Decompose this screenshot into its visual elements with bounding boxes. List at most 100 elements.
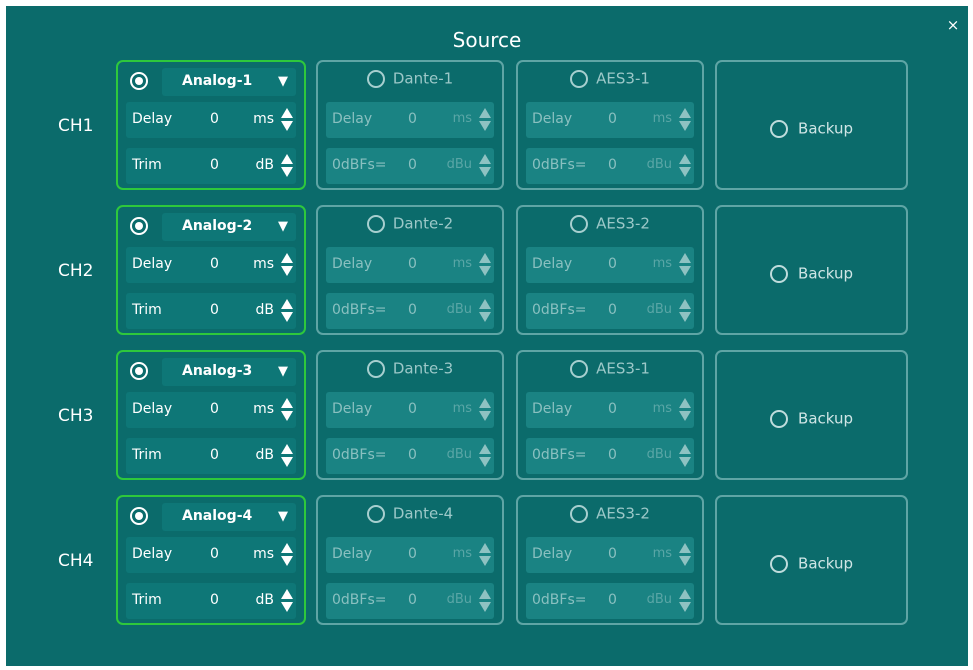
backup-source-card[interactable]: Backup (715, 495, 908, 625)
chevron-down-icon[interactable]: ▼ (278, 219, 288, 234)
decrement-icon[interactable] (281, 167, 293, 177)
analog-source-select[interactable]: Analog-4 ▼ (162, 503, 296, 531)
analog-source-card[interactable]: Analog-2 ▼ Delay 0 ms Trim 0 dB (116, 205, 306, 335)
increment-icon[interactable] (281, 108, 293, 118)
analog-source-select[interactable]: Analog-2 ▼ (162, 213, 296, 241)
spinner-arrows-icon[interactable] (478, 251, 492, 279)
aes3-level-field[interactable]: 0dBFs= 0 dBu (526, 148, 694, 184)
chevron-down-icon[interactable]: ▼ (278, 74, 288, 89)
decrement-icon[interactable] (479, 266, 491, 276)
increment-icon[interactable] (679, 444, 691, 454)
backup-source-card[interactable]: Backup (715, 205, 908, 335)
decrement-icon[interactable] (679, 556, 691, 566)
spinner-arrows-icon[interactable] (280, 396, 294, 424)
spinner-arrows-icon[interactable] (478, 297, 492, 325)
dante-delay-field[interactable]: Delay 0 ms (326, 247, 494, 283)
increment-icon[interactable] (281, 253, 293, 263)
analog-trim-field[interactable]: Trim 0 dB (126, 148, 296, 184)
increment-icon[interactable] (679, 253, 691, 263)
spinner-arrows-icon[interactable] (478, 587, 492, 615)
decrement-icon[interactable] (679, 602, 691, 612)
dante-source-card[interactable]: Dante-4 Delay 0 ms 0dBFs= 0 dBu (316, 495, 504, 625)
chevron-down-icon[interactable]: ▼ (278, 364, 288, 379)
aes3-radio-icon[interactable] (570, 359, 589, 378)
dante-level-field[interactable]: 0dBFs= 0 dBu (326, 293, 494, 329)
spinner-arrows-icon[interactable] (678, 106, 692, 134)
analog-delay-field[interactable]: Delay 0 ms (126, 537, 296, 573)
trim-value[interactable]: 0 (210, 447, 219, 463)
delay-value[interactable]: 0 (210, 401, 219, 417)
aes3-source-header[interactable]: AES3-1 (518, 358, 702, 382)
spinner-arrows-icon[interactable] (678, 297, 692, 325)
dante-delay-field[interactable]: Delay 0 ms (326, 392, 494, 428)
decrement-icon[interactable] (281, 411, 293, 421)
analog-trim-field[interactable]: Trim 0 dB (126, 438, 296, 474)
analog-radio-icon[interactable] (130, 507, 148, 525)
delay-value[interactable]: 0 (408, 111, 417, 127)
delay-value[interactable]: 0 (608, 111, 617, 127)
trim-value[interactable]: 0 (210, 302, 219, 318)
spinner-arrows-icon[interactable] (478, 442, 492, 470)
level-value[interactable]: 0 (608, 592, 617, 608)
trim-value[interactable]: 0 (210, 592, 219, 608)
aes3-level-field[interactable]: 0dBFs= 0 dBu (526, 293, 694, 329)
analog-delay-field[interactable]: Delay 0 ms (126, 392, 296, 428)
decrement-icon[interactable] (479, 457, 491, 467)
trim-value[interactable]: 0 (210, 157, 219, 173)
dante-radio-icon[interactable] (366, 359, 385, 378)
level-value[interactable]: 0 (408, 157, 417, 173)
dante-source-card[interactable]: Dante-2 Delay 0 ms 0dBFs= 0 dBu (316, 205, 504, 335)
decrement-icon[interactable] (281, 556, 293, 566)
decrement-icon[interactable] (281, 457, 293, 467)
decrement-icon[interactable] (281, 266, 293, 276)
chevron-down-icon[interactable]: ▼ (278, 509, 288, 524)
dante-source-header[interactable]: Dante-1 (318, 68, 502, 92)
close-icon[interactable]: × (944, 16, 962, 34)
level-value[interactable]: 0 (408, 302, 417, 318)
increment-icon[interactable] (679, 398, 691, 408)
increment-icon[interactable] (479, 299, 491, 309)
spinner-arrows-icon[interactable] (678, 541, 692, 569)
increment-icon[interactable] (479, 108, 491, 118)
decrement-icon[interactable] (479, 556, 491, 566)
spinner-arrows-icon[interactable] (478, 152, 492, 180)
level-value[interactable]: 0 (608, 157, 617, 173)
decrement-icon[interactable] (679, 457, 691, 467)
increment-icon[interactable] (479, 154, 491, 164)
aes3-delay-field[interactable]: Delay 0 ms (526, 392, 694, 428)
spinner-arrows-icon[interactable] (678, 442, 692, 470)
aes3-delay-field[interactable]: Delay 0 ms (526, 537, 694, 573)
spinner-arrows-icon[interactable] (280, 106, 294, 134)
aes3-radio-icon[interactable] (570, 69, 589, 88)
dante-level-field[interactable]: 0dBFs= 0 dBu (326, 438, 494, 474)
backup-option[interactable]: Backup (717, 263, 906, 283)
spinner-arrows-icon[interactable] (478, 396, 492, 424)
decrement-icon[interactable] (479, 411, 491, 421)
level-value[interactable]: 0 (408, 592, 417, 608)
increment-icon[interactable] (679, 299, 691, 309)
analog-source-card[interactable]: Analog-1 ▼ Delay 0 ms Trim 0 dB (116, 60, 306, 190)
aes3-level-field[interactable]: 0dBFs= 0 dBu (526, 583, 694, 619)
delay-value[interactable]: 0 (408, 546, 417, 562)
decrement-icon[interactable] (679, 411, 691, 421)
dante-radio-icon[interactable] (366, 214, 385, 233)
aes3-radio-icon[interactable] (570, 214, 589, 233)
increment-icon[interactable] (281, 543, 293, 553)
aes3-radio-icon[interactable] (570, 504, 589, 523)
analog-delay-field[interactable]: Delay 0 ms (126, 247, 296, 283)
delay-value[interactable]: 0 (408, 256, 417, 272)
backup-option[interactable]: Backup (717, 118, 906, 138)
spinner-arrows-icon[interactable] (280, 297, 294, 325)
decrement-icon[interactable] (479, 312, 491, 322)
spinner-arrows-icon[interactable] (678, 152, 692, 180)
spinner-arrows-icon[interactable] (678, 587, 692, 615)
dante-level-field[interactable]: 0dBFs= 0 dBu (326, 148, 494, 184)
increment-icon[interactable] (679, 543, 691, 553)
dante-radio-icon[interactable] (366, 69, 385, 88)
delay-value[interactable]: 0 (210, 546, 219, 562)
spinner-arrows-icon[interactable] (280, 152, 294, 180)
analog-source-card[interactable]: Analog-4 ▼ Delay 0 ms Trim 0 dB (116, 495, 306, 625)
spinner-arrows-icon[interactable] (478, 106, 492, 134)
increment-icon[interactable] (479, 589, 491, 599)
backup-option[interactable]: Backup (717, 553, 906, 573)
